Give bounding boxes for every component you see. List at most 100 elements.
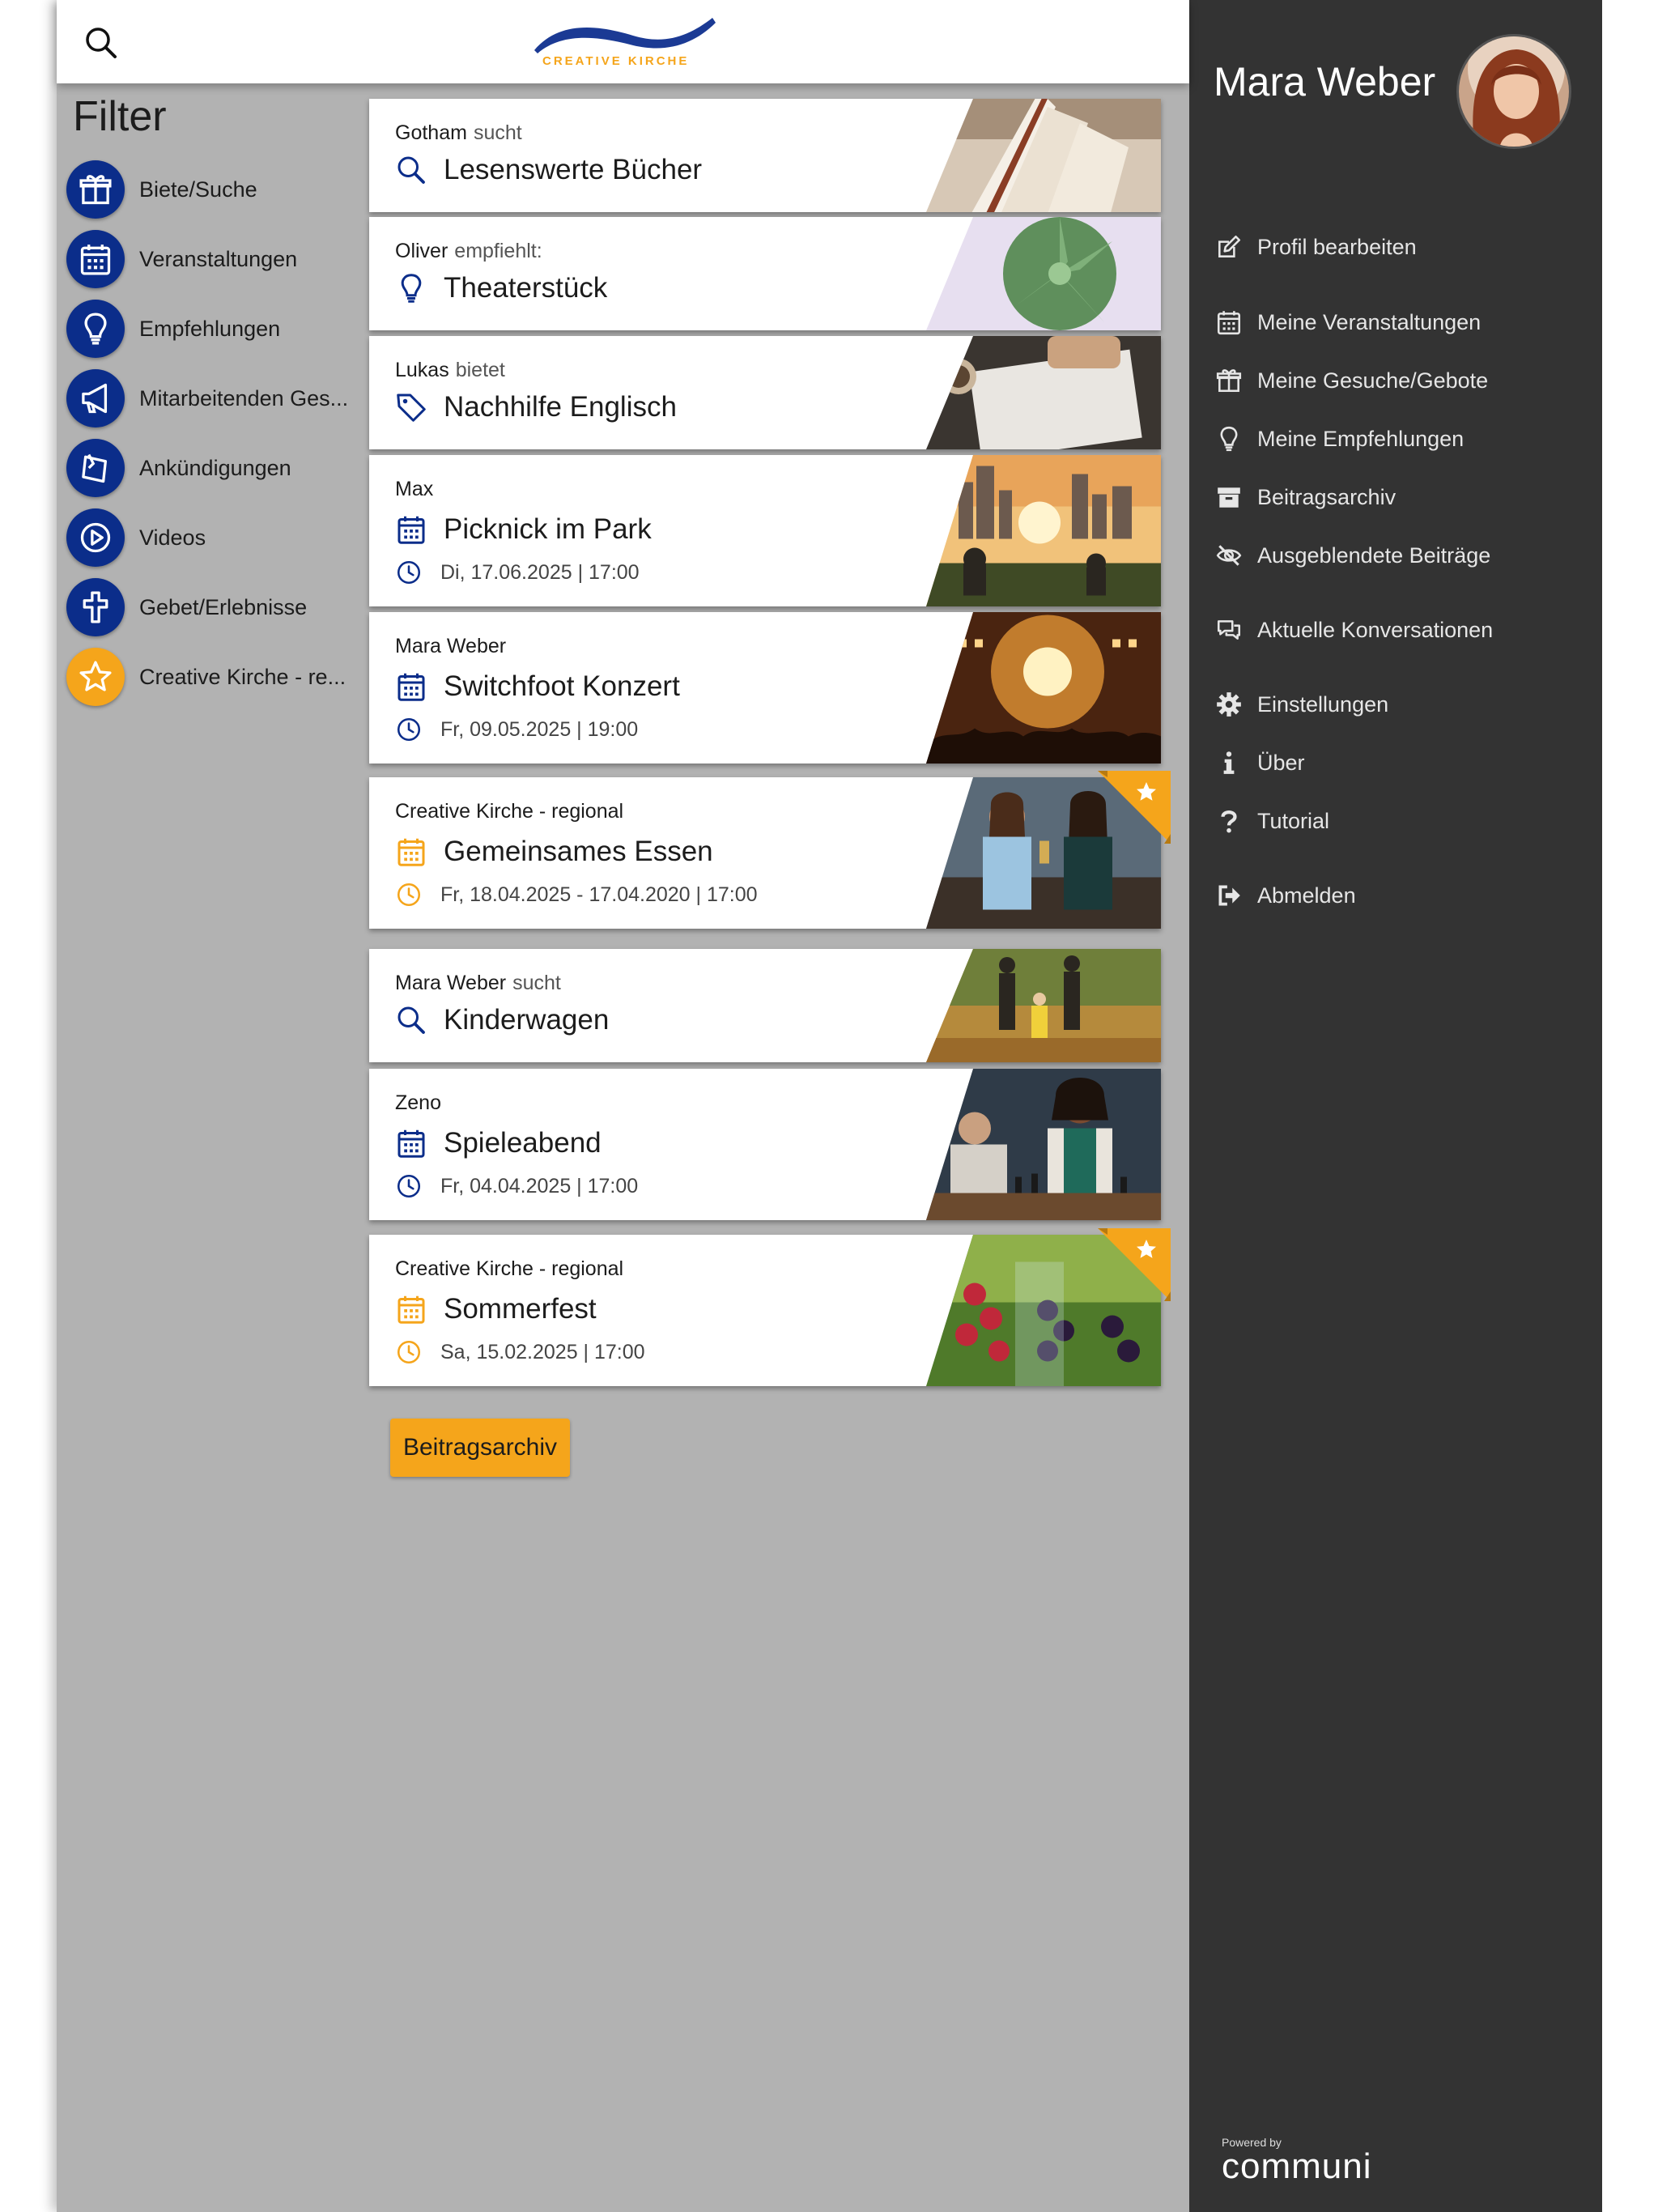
- eye-slash-icon: [1215, 542, 1243, 569]
- post-card[interactable]: Max Picknick im Park Di, 17.06.2025 | 17…: [369, 455, 1161, 606]
- clock-icon: [395, 881, 423, 908]
- post-meta: Lukas bietet: [395, 359, 505, 382]
- side-menu: Mara Weber Profil bearbeiten Meine Veran…: [1189, 0, 1602, 2212]
- post-date: Sa, 15.02.2025 | 17:00: [440, 1340, 645, 1363]
- featured-ribbon: [1098, 771, 1171, 844]
- menu-item-gift[interactable]: Meine Gesuche/Gebote: [1215, 367, 1488, 394]
- post-title: Theaterstück: [444, 272, 608, 304]
- post-author: Mara Weber: [395, 972, 507, 994]
- post-card[interactable]: Zeno Spieleabend Fr, 04.04.2025 | 17:00: [369, 1069, 1161, 1220]
- calendar-icon: [1215, 308, 1243, 336]
- menu-item-question[interactable]: Tutorial: [1215, 807, 1329, 835]
- post-card[interactable]: Gotham sucht Lesenswerte Bücher: [369, 99, 1161, 212]
- filter-item-1[interactable]: Biete/Suche: [66, 159, 358, 220]
- menu-item-lightbulb[interactable]: Meine Empfehlungen: [1215, 425, 1464, 453]
- menu-item-edit[interactable]: Profil bearbeiten: [1215, 233, 1417, 261]
- post-date: Di, 17.06.2025 | 17:00: [440, 560, 640, 584]
- info-icon: [1215, 749, 1243, 776]
- filter-item-label: Gebet/Erlebnisse: [139, 594, 308, 619]
- menu-item-label: Tutorial: [1257, 808, 1330, 833]
- star-icon: [66, 648, 125, 706]
- post-card[interactable]: Oliver empfiehlt: Theaterstück: [369, 217, 1161, 330]
- post-date-row: Fr, 18.04.2025 - 17.04.2020 | 17:00: [395, 881, 758, 908]
- menu-item-label: Über: [1257, 750, 1305, 775]
- post-date: Fr, 09.05.2025 | 19:00: [440, 717, 639, 741]
- calendar-icon: [395, 836, 427, 868]
- calendar-icon: [395, 513, 427, 546]
- calendar-icon: [66, 230, 125, 288]
- filter-item-label: Ankündigungen: [139, 455, 291, 480]
- post-author: Zeno: [395, 1091, 441, 1114]
- search-icon: [86, 28, 117, 58]
- post-title-row: Picknick im Park: [395, 513, 652, 546]
- archive-button[interactable]: Beitragsarchiv: [390, 1419, 570, 1477]
- clock-icon: [395, 1172, 423, 1200]
- featured-ribbon: [1098, 1228, 1171, 1301]
- avatar[interactable]: [1456, 34, 1571, 149]
- post-image-city-picnic: [926, 455, 1161, 606]
- post-card[interactable]: Creative Kirche - regional Gemeinsames E…: [369, 771, 1171, 929]
- filter-item-4[interactable]: Mitarbeitenden Ges...: [66, 368, 358, 429]
- post-title: Nachhilfe Englisch: [444, 391, 677, 423]
- menu-item-calendar[interactable]: Meine Veranstaltungen: [1215, 308, 1481, 336]
- post-verb: empfiehlt:: [454, 240, 542, 262]
- post-date-row: Fr, 04.04.2025 | 17:00: [395, 1172, 638, 1200]
- filter-item-5[interactable]: Ankündigungen: [66, 437, 358, 499]
- filter-item-2[interactable]: Veranstaltungen: [66, 228, 358, 290]
- filter-item-7[interactable]: Gebet/Erlebnisse: [66, 576, 358, 638]
- question-icon: [1215, 807, 1243, 835]
- post-card[interactable]: Mara Weber Switchfoot Konzert Fr, 09.05.…: [369, 612, 1161, 764]
- svg-text:CREATIVE KIRCHE: CREATIVE KIRCHE: [542, 54, 689, 68]
- filter-item-label: Creative Kirche - re...: [139, 664, 346, 689]
- calendar-icon: [395, 1293, 427, 1325]
- filter-item-3[interactable]: Empfehlungen: [66, 298, 358, 359]
- powered-by-communi: Powered by communi: [1222, 2136, 1372, 2184]
- lightbulb-icon: [395, 272, 427, 304]
- filter-heading: Filter: [73, 93, 167, 140]
- calendar-icon: [395, 1127, 427, 1159]
- filter-item-label: Empfehlungen: [139, 316, 281, 341]
- post-meta: Max: [395, 478, 440, 501]
- menu-item-info[interactable]: Über: [1215, 749, 1305, 776]
- filter-item-8[interactable]: Creative Kirche - re...: [66, 646, 358, 708]
- post-title: Switchfoot Konzert: [444, 670, 680, 702]
- post-date: Fr, 04.04.2025 | 17:00: [440, 1174, 639, 1197]
- filter-item-6[interactable]: Videos: [66, 507, 358, 568]
- menu-item-chat[interactable]: Aktuelle Konversationen: [1215, 616, 1493, 644]
- post-image-open-book: [926, 99, 1161, 212]
- post-title: Picknick im Park: [444, 513, 652, 545]
- lightbulb-icon: [66, 300, 125, 358]
- left-margin: [0, 0, 57, 2212]
- filter-item-label: Veranstaltungen: [139, 246, 298, 271]
- gift-icon: [66, 160, 125, 219]
- megaphone-icon: [66, 369, 125, 428]
- post-verb: sucht: [473, 121, 522, 144]
- post-date-row: Sa, 15.02.2025 | 17:00: [395, 1338, 645, 1366]
- menu-item-logout[interactable]: Abmelden: [1215, 882, 1356, 909]
- clock-icon: [395, 1338, 423, 1366]
- cross-icon: [66, 578, 125, 636]
- avatar-photo: [1459, 36, 1569, 147]
- menu-item-gear[interactable]: Einstellungen: [1215, 691, 1388, 718]
- menu-item-label: Beitragsarchiv: [1257, 484, 1397, 509]
- menu-item-archive[interactable]: Beitragsarchiv: [1215, 483, 1396, 511]
- post-title-row: Gemeinsames Essen: [395, 836, 713, 868]
- post-card[interactable]: Mara Weber sucht Kinderwagen: [369, 949, 1161, 1062]
- post-card[interactable]: Creative Kirche - regional Sommerfest Sa…: [369, 1228, 1171, 1386]
- post-author: Mara Weber: [395, 635, 507, 657]
- post-title-row: Sommerfest: [395, 1293, 597, 1325]
- play-icon: [66, 508, 125, 567]
- creative-kirche-logo[interactable]: CREATIVE KIRCHE: [528, 11, 722, 73]
- chat-icon: [1215, 616, 1243, 644]
- post-meta: Mara Weber: [395, 635, 512, 658]
- post-card[interactable]: Lukas bietet Nachhilfe Englisch: [369, 336, 1161, 449]
- post-title: Sommerfest: [444, 1293, 597, 1325]
- post-title: Gemeinsames Essen: [444, 836, 713, 867]
- post-image-writing-desk: [926, 336, 1161, 449]
- search-icon: [395, 1004, 427, 1036]
- menu-item-label: Profil bearbeiten: [1257, 234, 1417, 259]
- post-title-row: Theaterstück: [395, 272, 607, 304]
- post-title-row: Kinderwagen: [395, 1004, 609, 1036]
- menu-item-eye-slash[interactable]: Ausgeblendete Beiträge: [1215, 542, 1490, 569]
- search-button[interactable]: [79, 21, 125, 66]
